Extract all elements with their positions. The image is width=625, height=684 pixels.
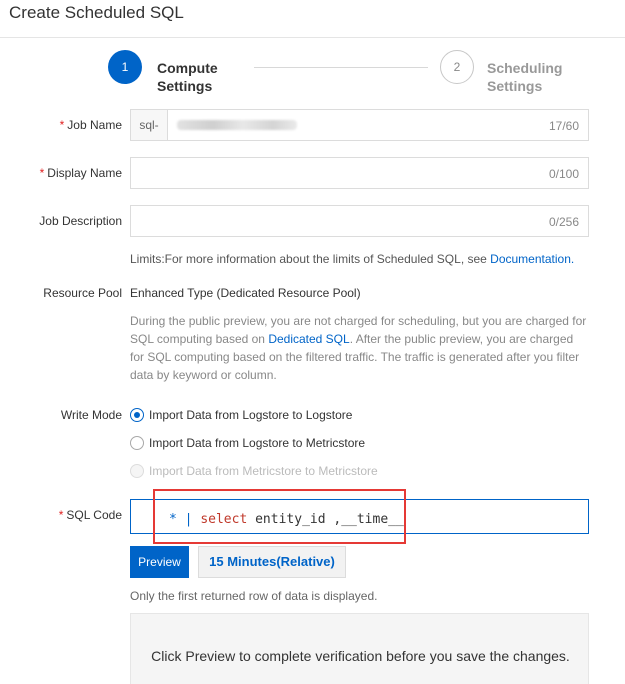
dedicated-sql-link[interactable]: Dedicated SQL (268, 332, 349, 346)
preview-result-area: Click Preview to complete verification b… (130, 613, 589, 684)
job-description-label: Job Description (39, 214, 122, 228)
dialog-title: Create Scheduled SQL (9, 3, 184, 22)
display-name-counter: 0/100 (548, 167, 579, 181)
radio-label: Import Data from Metricstore to Metricst… (149, 464, 378, 478)
display-name-label-text: Display Name (47, 166, 122, 180)
radio-label: Import Data from Logstore to Logstore (149, 408, 353, 422)
dialog-header: Create Scheduled SQL (0, 0, 625, 38)
preview-message: Click Preview to complete verification b… (151, 648, 570, 664)
step-1-label: Compute Settings (157, 59, 218, 95)
required-marker: * (39, 166, 45, 180)
job-description-field[interactable]: 0/256 (130, 205, 589, 237)
write-mode-option-metricstore-to-metricstore: Import Data from Metricstore to Metricst… (130, 463, 378, 479)
step-1-circle: 1 (108, 50, 142, 84)
preview-button[interactable]: Preview (130, 546, 189, 578)
time-range-button[interactable]: 15 Minutes(Relative) (198, 546, 346, 578)
limits-text: Limits:For more information about the li… (130, 252, 491, 266)
display-name-field[interactable]: 0/100 (130, 157, 589, 189)
job-name-counter: 17/60 (548, 119, 579, 133)
preview-note: Only the first returned row of data is d… (130, 589, 378, 603)
limits-note: Limits:For more information about the li… (130, 252, 574, 266)
step-2-line2: Settings (487, 78, 543, 94)
step-2-label: Scheduling Settings (487, 59, 562, 95)
sql-code-label: * SQL Code (59, 508, 122, 522)
documentation-link[interactable]: Documentation. (490, 252, 574, 266)
write-mode-label: Write Mode (60, 408, 122, 422)
step-2-line1: Scheduling (487, 60, 563, 76)
radio-label: Import Data from Logstore to Metricstore (149, 436, 366, 450)
display-name-label: * Display Name (40, 166, 122, 180)
resource-pool-description: During the public preview, you are not c… (130, 312, 590, 384)
write-mode-option-logstore-to-metricstore[interactable]: Import Data from Logstore to Metricstore (130, 435, 365, 451)
step-1-line1: Compute (157, 60, 218, 76)
radio-disabled-icon (130, 463, 144, 478)
write-mode-option-logstore-to-logstore[interactable]: Import Data from Logstore to Logstore (130, 407, 352, 423)
radio-unchecked-icon[interactable] (130, 435, 144, 450)
job-name-prefix: sql- (131, 110, 168, 140)
radio-checked-icon[interactable] (130, 407, 144, 422)
required-marker: * (59, 118, 65, 132)
step-2-circle: 2 (440, 50, 474, 84)
job-name-label-text: Job Name (67, 118, 122, 132)
step-1-line2: Settings (157, 78, 213, 94)
sql-code-label-text: SQL Code (66, 508, 122, 522)
job-name-field[interactable]: sql- 17/60 (130, 109, 589, 141)
step-connector (254, 67, 428, 68)
annotation-highlight-box (153, 489, 406, 544)
job-name-redacted-value (177, 120, 297, 130)
resource-pool-label: Resource Pool (43, 286, 122, 300)
step-indicator: 1 Compute Settings 2 Scheduling Settings (0, 48, 625, 98)
job-name-label: * Job Name (60, 118, 122, 132)
required-marker: * (58, 508, 64, 522)
resource-pool-value: Enhanced Type (Dedicated Resource Pool) (130, 286, 361, 300)
job-description-counter: 0/256 (548, 215, 579, 229)
